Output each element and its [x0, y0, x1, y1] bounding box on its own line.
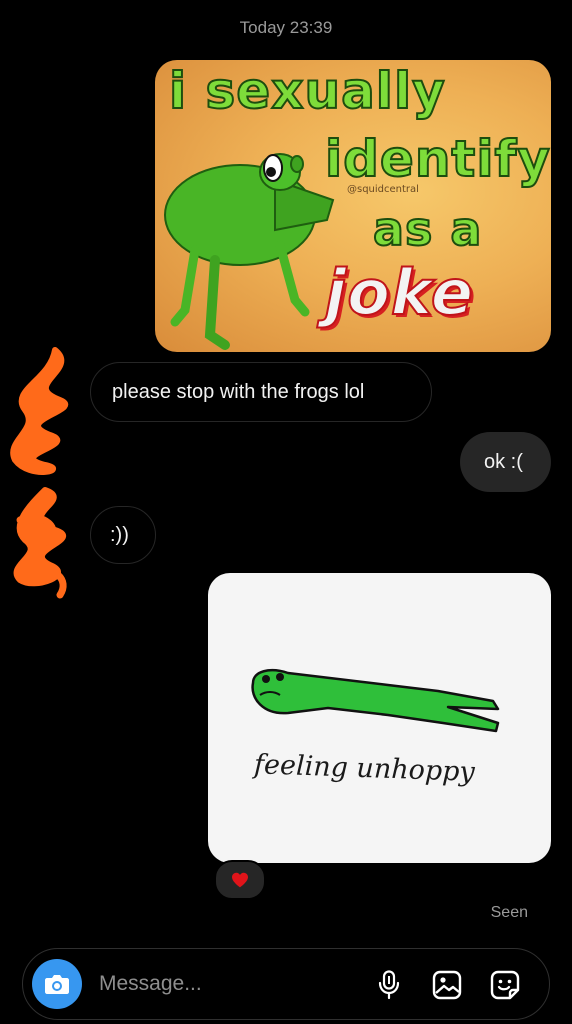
microphone-icon [378, 970, 400, 1000]
meme-text-line-2: identify [324, 129, 551, 189]
meme-watermark: @squidcentral [347, 184, 419, 195]
incoming-message-bubble[interactable]: :)) [90, 506, 156, 564]
meme-text-line-4: joke [324, 255, 474, 330]
meme-text-line-3: as a [372, 201, 483, 257]
outgoing-message-text: ok :( [484, 451, 523, 473]
lying-frog-drawing [251, 669, 500, 733]
voice-message-button[interactable] [371, 967, 407, 1003]
camera-icon [45, 975, 69, 994]
message-input[interactable] [99, 967, 369, 1001]
incoming-message-bubble[interactable]: please stop with the frogs lol [90, 362, 432, 422]
heart-icon [232, 872, 248, 888]
seen-status: Seen [490, 904, 528, 921]
feeling-unhoppy-sticker[interactable]: feeling unhoppy [208, 573, 551, 863]
sticker-icon [490, 970, 520, 1000]
frog-meme-image[interactable]: i sexually identify @squidcentral as a j… [155, 60, 551, 352]
incoming-message-text: please stop with the frogs lol [112, 381, 365, 403]
chat-screen: Today 23:39 i sexually identify @squidce… [0, 0, 572, 1024]
message-composer [22, 948, 550, 1020]
redaction-scribble [10, 347, 69, 599]
outgoing-message-bubble[interactable]: ok :( [460, 432, 551, 492]
sticker-button[interactable] [487, 967, 523, 1003]
camera-button[interactable] [32, 959, 82, 1009]
heart-reaction[interactable] [214, 860, 266, 900]
incoming-message-text: :)) [110, 524, 129, 546]
gallery-icon [432, 970, 462, 1000]
message-timestamp: Today 23:39 [239, 18, 333, 37]
meme-text-line-1: i sexually [168, 61, 446, 121]
gallery-button[interactable] [429, 967, 465, 1003]
